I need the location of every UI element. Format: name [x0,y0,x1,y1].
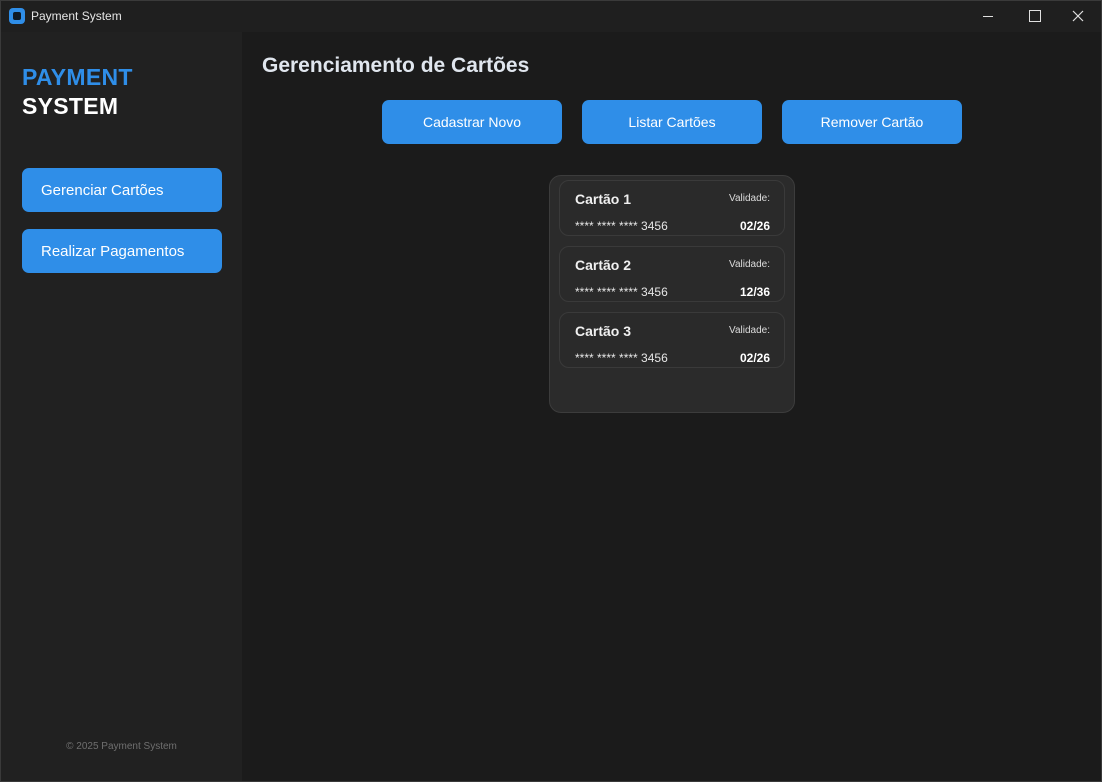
card-number: **** **** **** 3456 [575,219,668,233]
brand-system: SYSTEM [22,93,119,119]
brand-payment: PAYMENT [22,64,133,90]
remove-card-button[interactable]: Remover Cartão [782,100,962,144]
card-expiry: 02/26 [739,219,770,233]
card-number: **** **** **** 3456 [575,351,668,365]
sidebar: PAYMENT SYSTEM Gerenciar Cartões Realiza… [1,32,242,781]
card-item[interactable]: Cartão 1 Validade: **** **** **** 3456 0… [559,180,785,236]
card-item[interactable]: Cartão 2 Validade: **** **** **** 3456 1… [559,246,785,302]
card-item[interactable]: Cartão 3 Validade: **** **** **** 3456 0… [559,312,785,368]
card-expiry: 12/36 [739,285,770,299]
maximize-icon[interactable] [1011,1,1057,32]
copyright-footer: © 2025 Payment System [66,741,177,752]
card-name: Cartão 3 [575,323,632,339]
main-panel: Gerenciamento de Cartões Cadastrar Novo … [242,32,1101,781]
validity-label: Validade: [729,259,770,270]
list-cards-button[interactable]: Listar Cartões [582,100,762,144]
card-name: Cartão 1 [575,191,632,207]
validity-label: Validade: [729,193,770,204]
card-name: Cartão 2 [575,257,632,273]
validity-label: Validade: [729,325,770,336]
card-list: Cartão 1 Validade: **** **** **** 3456 0… [549,175,795,413]
title-bar: Payment System [1,1,1101,32]
app-window: Payment System PAYMENT SYSTEM Gerenciar … [0,0,1102,782]
card-number: **** **** **** 3456 [575,285,668,299]
register-card-button[interactable]: Cadastrar Novo [382,100,562,144]
close-icon[interactable] [1055,1,1101,32]
window-title: Payment System [31,9,122,23]
card-expiry: 02/26 [739,351,770,365]
manage-cards-button[interactable]: Gerenciar Cartões [22,168,222,212]
app-logo-icon [9,8,25,24]
page-title: Gerenciamento de Cartões [262,54,530,77]
minimize-icon[interactable] [965,1,1011,32]
make-payments-button[interactable]: Realizar Pagamentos [22,229,222,273]
